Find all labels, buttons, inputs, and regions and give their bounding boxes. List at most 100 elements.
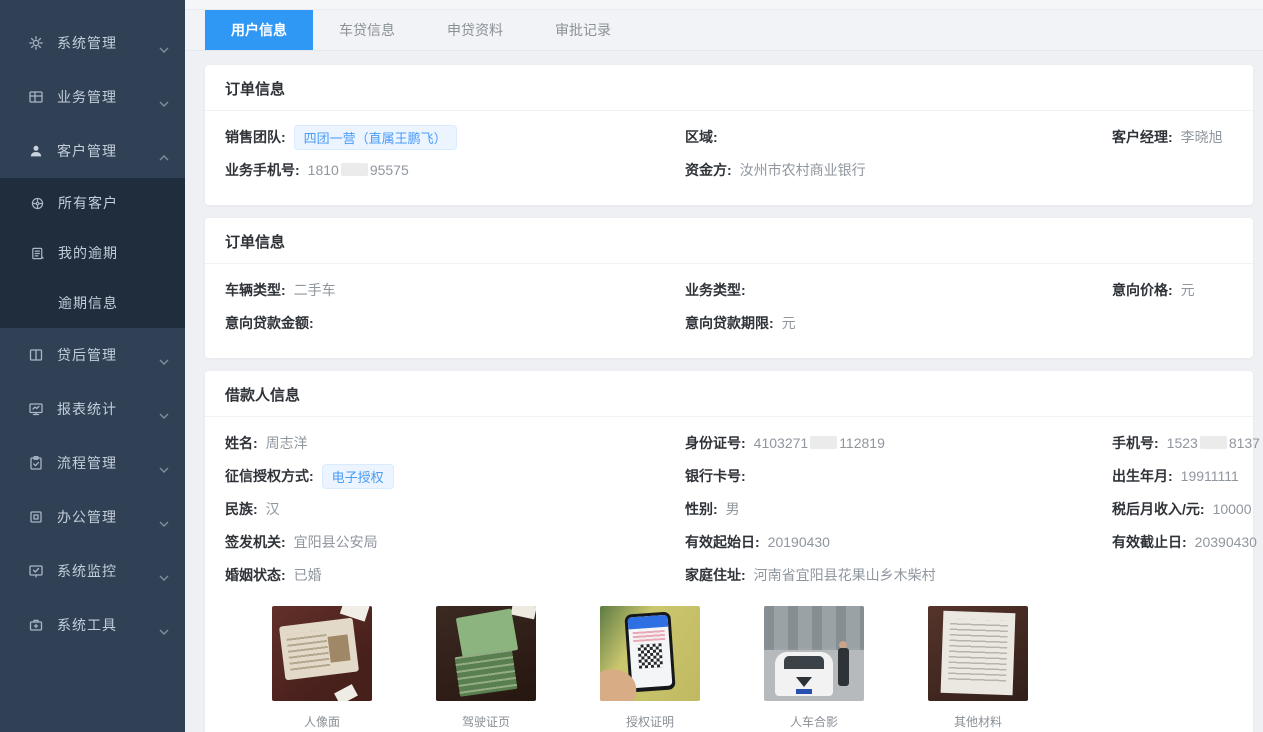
chevron-up-icon — [159, 148, 169, 154]
field-value: 周志洋 — [266, 433, 308, 453]
toolbox-icon — [28, 617, 44, 633]
sidebar-item-label: 我的逾期 — [58, 243, 185, 263]
field-label: 手机号: — [1112, 433, 1159, 453]
field-business-type: 业务类型: — [685, 279, 1112, 301]
field-label: 车辆类型: — [225, 280, 286, 300]
user-icon — [28, 143, 44, 159]
field-business-phone: 业务手机号: 181095575 — [225, 159, 685, 181]
field-name: 姓名: 周志洋 — [225, 432, 685, 454]
sidebar-item-label: 系统工具 — [57, 615, 159, 635]
booklet-paper-graphic — [511, 606, 536, 619]
field-monthly-income: 税后月收入/元: 10000 — [1112, 498, 1260, 520]
sidebar-item-label: 逾期信息 — [58, 293, 185, 313]
photo-paper-document[interactable] — [928, 606, 1028, 701]
sidebar-item-label: 系统监控 — [57, 561, 159, 581]
gear-icon — [28, 35, 44, 51]
field-value: 15238137 — [1167, 435, 1260, 451]
sidebar-item-postloan-mgmt[interactable]: 贷后管理 — [0, 328, 185, 382]
sidebar-item-office-mgmt[interactable]: 办公管理 — [0, 490, 185, 544]
field-ethnicity: 民族: 汉 — [225, 498, 685, 520]
credit-auth-tag[interactable]: 电子授权 — [322, 464, 394, 489]
field-region: 区域: — [685, 126, 1112, 148]
photo-caption: 授权证明 — [600, 713, 700, 730]
chevron-down-icon — [159, 352, 169, 358]
order-info-card-1: 订单信息 销售团队: 四团一营（直属王鹏飞） 区域: 客户经理: — [205, 65, 1253, 205]
field-intended-loan-term: 意向贷款期限: 元 — [685, 312, 1112, 334]
sidebar-item-my-overdue[interactable]: 我的逾期 — [0, 228, 185, 278]
id-card-text-graphic — [286, 630, 330, 673]
plate-graphic — [796, 689, 812, 694]
field-valid-to: 有效截止日: 20390430 — [1112, 531, 1260, 553]
id-card-portrait-graphic — [328, 634, 351, 662]
field-label: 婚姻状态: — [225, 565, 286, 585]
field-label: 性别: — [685, 499, 718, 519]
blur-mask — [1200, 436, 1227, 449]
top-strip — [185, 0, 1263, 10]
card-title: 订单信息 — [225, 234, 285, 251]
field-label: 家庭住址: — [685, 565, 746, 585]
photo-person-with-car[interactable] — [764, 606, 864, 701]
sales-team-tag[interactable]: 四团一营（直属王鹏飞） — [294, 125, 457, 150]
field-value: 20190430 — [768, 534, 830, 550]
photo-id-card[interactable] — [272, 606, 372, 701]
app-window: 系统管理 业务管理 客户管理 所有客户 — [0, 0, 1263, 732]
photo-row: 人像面 驾驶证页 — [272, 606, 1233, 730]
main-area: 用户信息 车贷信息 申贷资料 审批记录 订单信息 销售团队: 四团一营（直属王鹏… — [185, 0, 1263, 732]
field-label: 民族: — [225, 499, 258, 519]
sidebar-item-customer-mgmt[interactable]: 客户管理 — [0, 124, 185, 178]
field-label: 意向价格: — [1112, 280, 1173, 300]
sidebar-item-system-tools[interactable]: 系统工具 — [0, 598, 185, 652]
square-icon — [28, 509, 44, 525]
sidebar-item-label: 系统管理 — [57, 33, 159, 53]
sidebar-item-all-customers[interactable]: 所有客户 — [0, 178, 185, 228]
field-gender: 性别: 男 — [685, 498, 1112, 520]
field-value: 宜阳县公安局 — [294, 532, 378, 552]
tab-user-info[interactable]: 用户信息 — [205, 10, 313, 50]
sidebar-item-report-stats[interactable]: 报表统计 — [0, 382, 185, 436]
sidebar-item-overdue-info[interactable]: 逾期信息 — [0, 278, 185, 328]
grid-icon — [28, 89, 44, 105]
field-value: 19911111 — [1181, 468, 1239, 484]
tab-loan-application-docs[interactable]: 申贷资料 — [421, 10, 529, 50]
monitor-icon — [28, 401, 44, 417]
photo-license-booklet[interactable] — [436, 606, 536, 701]
sidebar-item-system-monitor[interactable]: 系统监控 — [0, 544, 185, 598]
clipboard-icon — [28, 455, 44, 471]
field-value: 二手车 — [294, 280, 336, 300]
field-value: 已婚 — [294, 565, 322, 585]
photo-cell: 驾驶证页 — [436, 606, 536, 730]
field-label: 有效起始日: — [685, 532, 760, 552]
order-info-card-2: 订单信息 车辆类型: 二手车 业务类型: 意向价格: — [205, 218, 1253, 358]
sidebar-item-process-mgmt[interactable]: 流程管理 — [0, 436, 185, 490]
chevron-down-icon — [159, 406, 169, 412]
tab-car-loan-info[interactable]: 车贷信息 — [313, 10, 421, 50]
field-value: 河南省宜阳县花果山乡木柴村 — [754, 565, 936, 585]
field-label: 签发机关: — [225, 532, 286, 552]
monitor-check-icon — [28, 563, 44, 579]
blur-mask — [341, 163, 368, 176]
sidebar: 系统管理 业务管理 客户管理 所有客户 — [0, 0, 185, 732]
field-label: 业务类型: — [685, 280, 746, 300]
wheel-icon — [30, 196, 45, 211]
photo-cell: 人像面 — [272, 606, 372, 730]
field-intended-loan-amount: 意向贷款金额: — [225, 312, 685, 334]
card-body: 车辆类型: 二手车 业务类型: 意向价格: 元 意向贷款金额: — [205, 264, 1253, 358]
photo-caption: 人像面 — [272, 713, 372, 730]
sidebar-item-system-mgmt[interactable]: 系统管理 — [0, 16, 185, 70]
phone-header-graphic — [628, 615, 669, 630]
tab-approval-records[interactable]: 审批记录 — [529, 10, 637, 50]
photo-auth-screenshot[interactable] — [600, 606, 700, 701]
field-label: 税后月收入/元: — [1112, 499, 1205, 519]
field-value: 4103271112819 — [754, 435, 885, 451]
photo-cell: 授权证明 — [600, 606, 700, 730]
borrower-info-card: 借款人信息 姓名: 周志洋 身份证号: 4103271112819 手机 — [205, 371, 1253, 732]
field-label: 银行卡号: — [685, 466, 746, 486]
photo-cell: 人车合影 — [764, 606, 864, 730]
sidebar-item-label: 流程管理 — [57, 453, 159, 473]
photo-caption: 驾驶证页 — [436, 713, 536, 730]
field-label: 客户经理: — [1112, 127, 1173, 147]
phone-text-graphic — [633, 630, 666, 642]
paper-text-graphic — [948, 619, 1008, 685]
sidebar-item-business-mgmt[interactable]: 业务管理 — [0, 70, 185, 124]
person-body-graphic — [838, 648, 849, 686]
